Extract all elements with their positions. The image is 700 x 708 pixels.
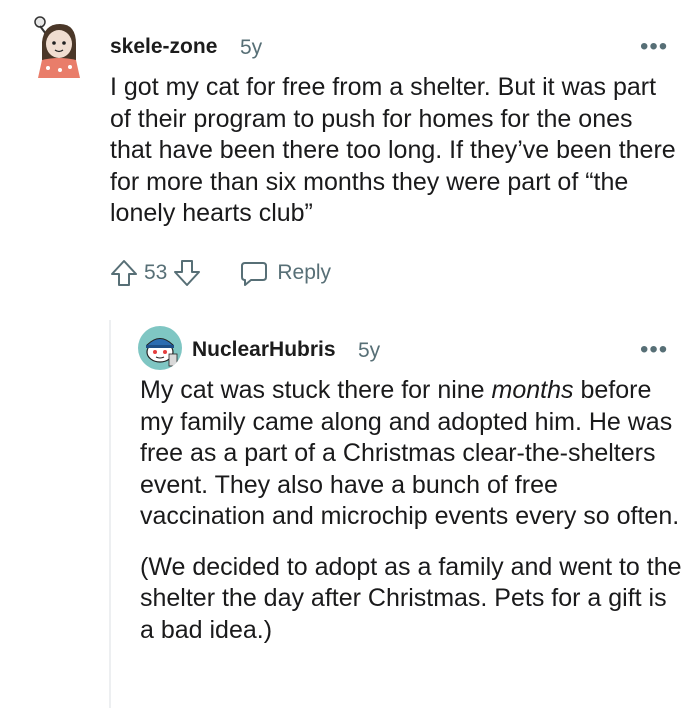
- reply-paragraph-1-emphasis: months: [491, 376, 574, 404]
- reply-paragraph-1: My cat was stuck there for nine months b…: [140, 375, 685, 533]
- comment-body: I got my cat for free from a shelter. Bu…: [110, 72, 680, 230]
- avatar-skele-zone[interactable]: [30, 12, 88, 78]
- snoo-avatar-icon: [146, 338, 178, 367]
- upvote-icon[interactable]: [110, 258, 138, 288]
- reply-paragraph-2: (We decided to adopt as a family and wen…: [140, 552, 682, 644]
- reply-paragraph-1-start: My cat was stuck there for nine: [140, 376, 492, 404]
- reply-body: My cat was stuck there for nine months b…: [140, 375, 685, 646]
- comment-more-button[interactable]: •••: [640, 35, 668, 59]
- avatar-nuclearhubris[interactable]: [138, 326, 182, 370]
- reply-username[interactable]: NuclearHubris: [192, 338, 336, 362]
- skeleton-avatar-icon: [34, 16, 80, 78]
- comment-bubble-icon: [239, 258, 269, 288]
- vote-count: 53: [144, 261, 168, 284]
- comment-age: 5y: [240, 36, 263, 59]
- reply-label: Reply: [277, 261, 332, 284]
- comment-body-text: I got my cat for free from a shelter. Bu…: [110, 73, 676, 227]
- reply-button[interactable]: Reply: [239, 258, 331, 288]
- reply-more-button[interactable]: •••: [640, 338, 668, 362]
- comment-username[interactable]: skele-zone: [110, 35, 217, 59]
- comment-actions: 53 Reply: [110, 258, 331, 288]
- reply-age: 5y: [358, 339, 381, 362]
- thread-line[interactable]: [109, 320, 111, 708]
- downvote-icon[interactable]: [173, 258, 201, 288]
